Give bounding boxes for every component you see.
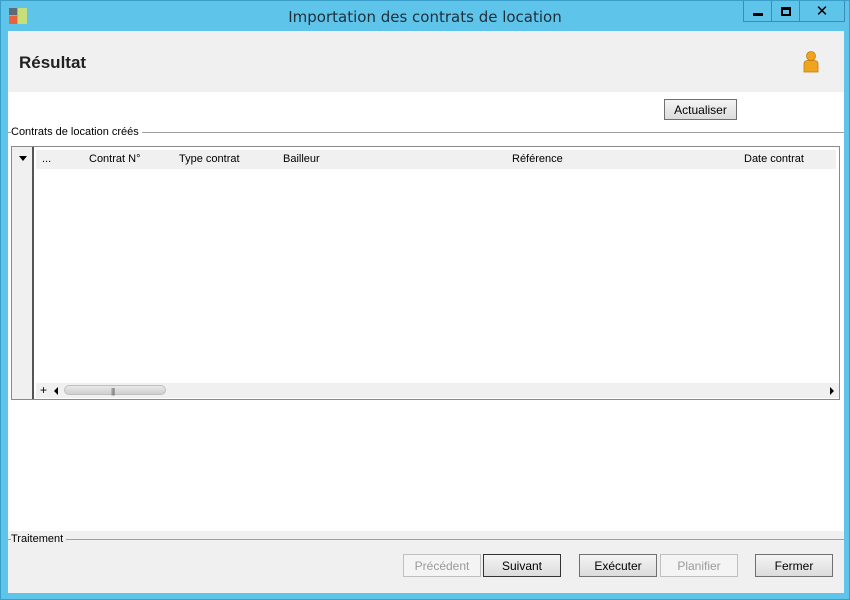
dropdown-arrow-icon[interactable] — [19, 156, 27, 161]
schedule-button[interactable]: Planifier — [660, 554, 738, 577]
column-header-contract-date[interactable]: Date contrat — [744, 153, 804, 165]
contracts-grid[interactable]: ... Contrat N° Type contrat Bailleur Réf… — [11, 146, 840, 400]
processing-group-divider — [8, 539, 844, 540]
next-button-label: Suivant — [501, 558, 543, 573]
previous-button-label: Précédent — [414, 558, 470, 573]
column-header-contract-type[interactable]: Type contrat — [179, 153, 240, 165]
page-title: Résultat — [19, 53, 87, 72]
close-window-button[interactable]: ✕ — [799, 1, 845, 22]
refresh-button-label: Actualiser — [674, 102, 727, 117]
next-button[interactable]: Suivant — [483, 554, 561, 577]
page-header: Résultat — [8, 31, 844, 92]
column-header-lessor[interactable]: Bailleur — [283, 153, 320, 165]
column-header-contract-no[interactable]: Contrat N° — [89, 153, 140, 165]
minimize-button[interactable] — [743, 1, 772, 22]
close-button[interactable]: Fermer — [755, 554, 833, 577]
schedule-button-label: Planifier — [677, 558, 721, 573]
title-bar[interactable]: Importation des contrats de location ✕ — [1, 1, 849, 31]
grid-row-selector[interactable] — [12, 147, 34, 399]
close-icon: ✕ — [815, 1, 829, 20]
execute-button[interactable]: Exécuter — [579, 554, 657, 577]
maximize-button[interactable] — [771, 1, 800, 22]
scrollbar-thumb[interactable]: ||| — [64, 385, 166, 396]
grid-header: ... Contrat N° Type contrat Bailleur Réf… — [36, 150, 836, 169]
maximize-icon — [780, 6, 791, 16]
column-header-more[interactable]: ... — [42, 153, 51, 165]
client-area: Résultat Actualiser Contrats de location… — [8, 31, 844, 593]
minimize-icon — [752, 12, 763, 16]
grid-horizontal-scrollbar[interactable]: + ||| — [36, 383, 839, 398]
scroll-right-icon[interactable] — [830, 387, 834, 395]
contracts-group-label: Contrats de location créés — [11, 126, 142, 138]
close-button-label: Fermer — [774, 558, 814, 573]
column-header-reference[interactable]: Référence — [512, 153, 563, 165]
plus-icon[interactable]: + — [40, 383, 47, 397]
main-window: Importation des contrats de location ✕ R… — [0, 0, 850, 600]
scroll-left-icon[interactable] — [54, 387, 58, 395]
window-title: Importation des contrats de location — [288, 8, 562, 26]
processing-group-label: Traitement — [11, 533, 67, 545]
user-icon — [803, 51, 819, 73]
execute-button-label: Exécuter — [594, 558, 642, 573]
previous-button[interactable]: Précédent — [403, 554, 481, 577]
refresh-button[interactable]: Actualiser — [664, 99, 737, 120]
